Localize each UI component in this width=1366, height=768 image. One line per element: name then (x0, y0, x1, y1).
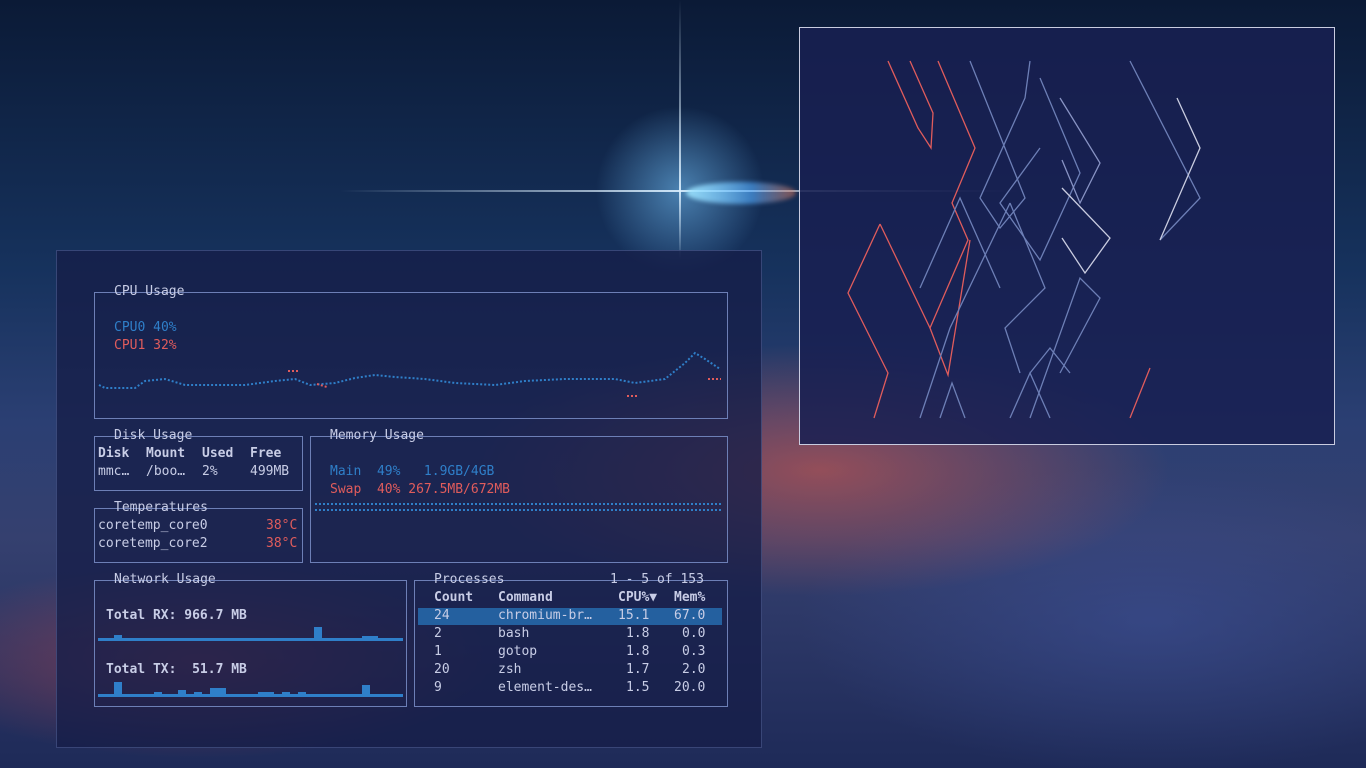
temp-name-1: coretemp_core2 (98, 536, 208, 551)
disk-col-mount: Mount (146, 446, 186, 461)
memory-usage-panel: Memory Usage Main 49% 1.9GB/4GB Swap 40%… (310, 428, 728, 563)
temp-value-1: 38°C (266, 536, 298, 551)
memory-main-legend: Main 49% 1.9GB/4GB (330, 464, 495, 479)
temperatures-panel: Temperatures coretemp_core0 38°C coretem… (94, 500, 303, 563)
star-flare-vertical (679, 0, 681, 260)
memory-swap-line (315, 509, 721, 513)
disk-row-used: 2% (202, 464, 218, 479)
proc-mem: 67.0 (674, 608, 706, 623)
proc-count: 1 (434, 644, 442, 659)
proc-mem: 0.0 (682, 626, 706, 641)
network-usage-title: Network Usage (114, 572, 216, 587)
cpu0-line (98, 351, 721, 389)
disk-usage-panel: Disk Usage Disk Mount Used Free mmc… /bo… (94, 428, 303, 491)
temperatures-title: Temperatures (114, 500, 208, 515)
proc-col-cpu[interactable]: CPU%▼ (618, 589, 657, 607)
temp-name-0: coretemp_core0 (98, 518, 208, 533)
memory-usage-title: Memory Usage (330, 428, 424, 443)
processes-title: Processes (434, 572, 505, 587)
proc-command: bash (498, 626, 530, 641)
proc-mem: 0.3 (682, 644, 706, 659)
cpu-usage-panel: CPU Usage CPU0 40% CPU1 32% (94, 284, 728, 419)
geometric-line-art (847, 60, 1201, 419)
disk-usage-title: Disk Usage (114, 428, 193, 443)
network-tx-sparkline (98, 682, 403, 697)
artwork-preview-window[interactable] (799, 27, 1335, 445)
proc-cpu: 1.8 (626, 626, 650, 641)
proc-command: zsh (498, 662, 522, 677)
proc-command: gotop (498, 644, 538, 659)
comet-trail (686, 182, 796, 204)
disk-col-used: Used (202, 446, 234, 461)
proc-cpu: 1.5 (626, 680, 650, 695)
proc-col-command[interactable]: Command (498, 589, 553, 607)
proc-col-count[interactable]: Count (434, 589, 473, 607)
disk-col-disk: Disk (98, 446, 130, 461)
proc-command: element-des… (498, 680, 592, 695)
proc-col-mem[interactable]: Mem% (674, 589, 705, 607)
disk-row-disk: mmc… (98, 464, 130, 479)
network-rx-sparkline (98, 627, 403, 641)
proc-count: 24 (434, 608, 450, 623)
proc-count: 20 (434, 662, 450, 677)
processes-panel: Processes 1 - 5 of 153 Count Command CPU… (414, 572, 728, 707)
network-rx-total: Total RX: 966.7 MB (106, 608, 247, 623)
proc-command: chromium-br… (498, 608, 592, 623)
disk-row-free: 499MB (250, 464, 290, 479)
memory-swap-legend: Swap 40% 267.5MB/672MB (330, 482, 511, 497)
memory-main-line (315, 503, 721, 507)
proc-count: 2 (434, 626, 442, 641)
disk-row-mount: /boo… (146, 464, 186, 479)
proc-cpu: 1.7 (626, 662, 650, 677)
proc-cpu: 15.1 (618, 608, 650, 623)
disk-col-free: Free (250, 446, 282, 461)
cpu-usage-graph (98, 351, 721, 397)
temp-value-0: 38°C (266, 518, 298, 533)
proc-mem: 2.0 (682, 662, 706, 677)
proc-mem: 20.0 (674, 680, 706, 695)
network-tx-total: Total TX: 51.7 MB (106, 662, 247, 677)
proc-cpu: 1.8 (626, 644, 650, 659)
processes-range: 1 - 5 of 153 (610, 572, 704, 587)
proc-count: 9 (434, 680, 442, 695)
terminal-window[interactable]: CPU Usage CPU0 40% CPU1 32% Disk Usage D… (56, 250, 762, 748)
network-usage-panel: Network Usage Total RX: 966.7 MB Total T… (94, 572, 407, 707)
